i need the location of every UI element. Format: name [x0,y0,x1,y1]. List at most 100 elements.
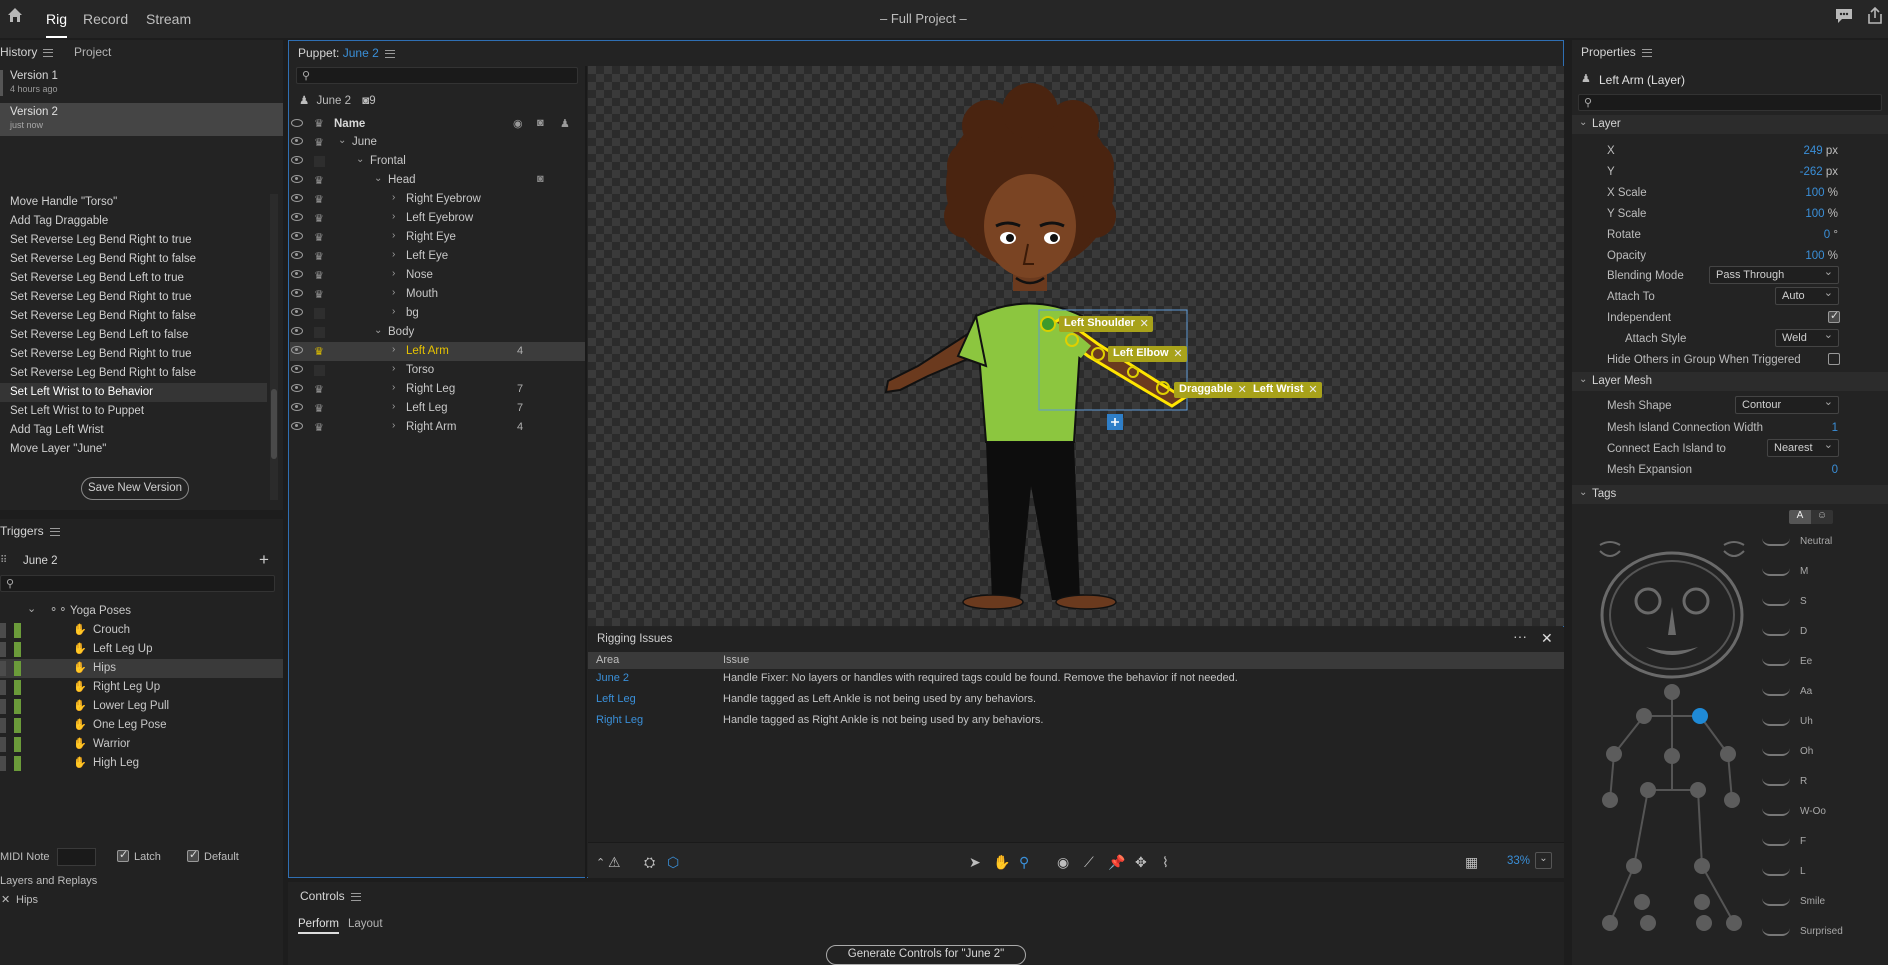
dangle-tool-icon[interactable]: ⌇ [1162,854,1169,871]
chevron-icon[interactable]: › [392,192,395,203]
issue-row[interactable]: Right Leg Handle tagged as Right Ankle is… [588,711,1564,731]
property-value[interactable]: 249 px [1770,145,1838,157]
history-action-item[interactable]: Move Handle "Torso" [10,196,117,208]
eye-icon[interactable] [291,119,303,127]
zoom-level[interactable]: 33% [1507,855,1530,867]
skeleton-node-right-knee[interactable] [1626,858,1642,874]
crown-placeholder[interactable] [314,327,325,338]
history-action-item[interactable]: Add Tag Draggable [10,215,108,227]
viseme-mouth-icon[interactable] [1762,838,1790,846]
issue-row[interactable]: June 2 Handle Fixer: No layers or handles… [588,669,1564,689]
tree-row[interactable]: › Torso [290,361,586,380]
visibility-eye-icon[interactable] [291,251,303,259]
pin-tool-icon[interactable]: 📌 [1108,854,1125,871]
close-icon[interactable]: ✕ [1541,630,1553,647]
skeleton-node-right-wrist[interactable] [1602,792,1618,808]
scrollbar[interactable] [270,194,278,500]
skeleton-node-right-hip[interactable] [1640,782,1656,798]
viseme-mouth-icon[interactable] [1762,688,1790,696]
version-item[interactable]: Version 2 just now [0,103,283,136]
handle-tag-draggable[interactable]: Draggable ✕ [1174,382,1251,398]
grid-icon[interactable]: ⠿ [0,555,7,566]
menu-icon[interactable] [350,892,361,901]
property-value[interactable]: 100 % [1770,250,1838,262]
viseme-mouth-icon[interactable] [1762,778,1790,786]
visibility-eye-icon[interactable] [291,422,303,430]
tree-row[interactable]: › bg [290,304,586,323]
save-new-version-button[interactable]: Save New Version [81,477,189,500]
tag-mode-face-button[interactable]: ☺ [1811,510,1833,524]
add-trigger-button[interactable]: + [259,550,269,570]
mesh-expansion-value[interactable]: 0 [1800,464,1838,476]
trigger-item[interactable]: ✋ Right Leg Up [0,678,283,697]
chevron-icon[interactable]: ⌄ [356,154,364,165]
chevron-icon[interactable]: › [392,382,395,393]
crown-icon[interactable]: ♛ [314,288,324,301]
visibility-eye-icon[interactable] [291,175,303,183]
tree-row[interactable]: ♛ ⌄ Head ◙ [290,171,586,190]
chevron-icon[interactable]: › [392,249,395,260]
visibility-eye-icon[interactable] [291,270,303,278]
skeleton-node-right-heel[interactable] [1602,915,1618,931]
skeleton-node-right-ankle[interactable] [1634,894,1650,910]
visibility-eye-icon[interactable] [291,194,303,202]
tree-row[interactable]: ⌄ Body [290,323,586,342]
visibility-eye-icon[interactable] [291,213,303,221]
tree-row[interactable]: ♛ › Left Leg 7 [290,399,586,418]
skeleton-node-right-elbow[interactable] [1606,746,1622,762]
latch-checkbox[interactable] [117,848,129,862]
crown-icon[interactable]: ♛ [314,174,324,187]
zoom-tool-icon[interactable]: ⚲ [1019,854,1029,871]
visibility-eye-icon[interactable] [291,232,303,240]
crown-icon[interactable]: ♛ [314,250,324,263]
skeleton-node-left-knee[interactable] [1694,858,1710,874]
handle-tag-left-shoulder[interactable]: Left Shoulder ✕ [1059,316,1153,332]
viseme-mouth-icon[interactable] [1762,598,1790,606]
tab-history[interactable]: History [0,45,54,59]
tree-row[interactable]: ♛ ⌄ June [290,133,586,152]
viseme-mouth-icon[interactable] [1762,868,1790,876]
tree-row[interactable]: ♛ › Right Eye [290,228,586,247]
issue-row[interactable]: Left Leg Handle tagged as Left Ankle is n… [588,690,1564,710]
puppet-search-input[interactable]: ⚲ [296,67,578,84]
skeleton-node-left-ankle[interactable] [1694,894,1710,910]
independent-checkbox[interactable] [1828,309,1840,323]
tab-project[interactable]: Project [74,45,111,59]
tag-mode-text-button[interactable]: A [1789,510,1811,524]
chevron-down-icon[interactable]: ⌄ [27,602,36,615]
chat-icon[interactable] [1835,8,1853,27]
chevron-icon[interactable]: › [392,420,395,431]
section-layer-mesh[interactable]: ⌄ Layer Mesh [1572,372,1888,391]
camera-icon[interactable]: ◙ [537,117,544,129]
history-action-item[interactable]: Set Reverse Leg Bend Right to false [10,310,196,322]
visibility-eye-icon[interactable] [291,403,303,411]
crown-placeholder[interactable] [314,365,325,376]
share-icon[interactable] [1866,6,1884,28]
handle-tag-left-wrist[interactable]: Left Wrist ✕ [1248,382,1322,398]
tree-row[interactable]: ♛ › Left Eyebrow [290,209,586,228]
mesh-icon[interactable]: ⬡ [667,854,679,871]
viseme-mouth-icon[interactable] [1762,628,1790,636]
tree-row[interactable]: ♛ › Right Eyebrow [290,190,586,209]
crown-icon[interactable]: ♛ [314,402,324,415]
skeleton-node-right-toe[interactable] [1640,915,1656,931]
visibility-eye-icon[interactable] [291,289,303,297]
visibility-eye-icon[interactable] [291,365,303,373]
tree-row[interactable]: ♛ › Right Leg 7 [290,380,586,399]
chevron-icon[interactable]: › [392,211,395,222]
tab-layout[interactable]: Layout [348,918,383,930]
property-value[interactable]: -262 px [1770,166,1838,178]
target-icon[interactable]: ◉ [513,117,523,130]
visibility-eye-icon[interactable] [291,308,303,316]
chevron-icon[interactable]: › [392,268,395,279]
history-action-item[interactable]: Set Reverse Leg Bend Right to true [10,291,192,303]
hand-tool-icon[interactable]: ✋ [993,854,1010,871]
attach-to-select[interactable]: Auto [1775,286,1839,305]
trigger-item[interactable]: ✋ Hips [0,659,283,678]
crown-icon[interactable]: ♛ [314,421,324,434]
chevron-icon[interactable]: › [392,287,395,298]
chevron-icon[interactable]: ⌄ [374,173,382,184]
visibility-eye-icon[interactable] [291,346,303,354]
zoom-dropdown[interactable]: ⌄ [1535,852,1552,869]
remove-tag-icon[interactable]: ✕ [1238,383,1247,396]
